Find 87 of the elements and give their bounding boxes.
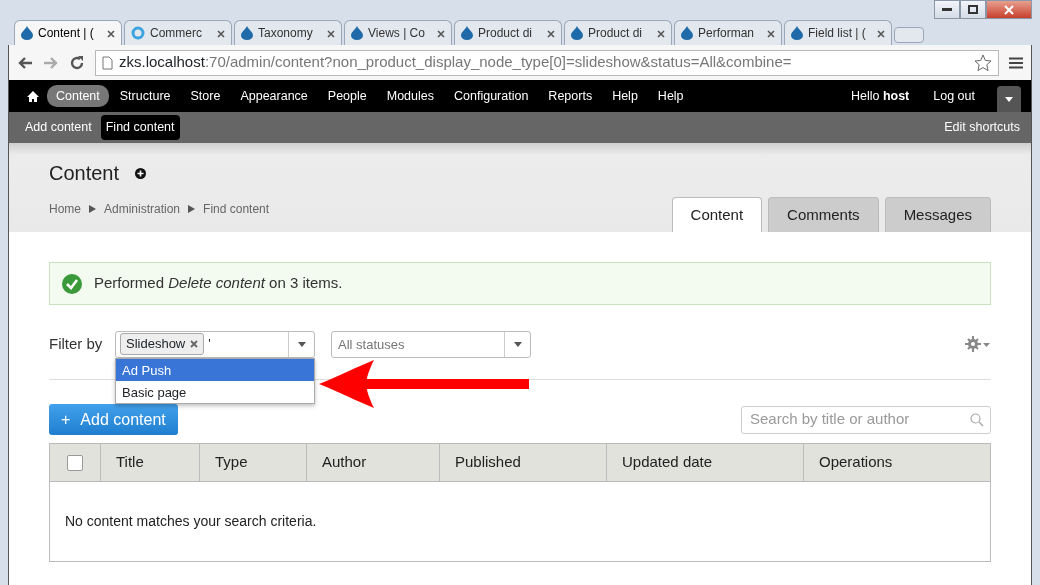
reload-icon[interactable] [69, 54, 85, 71]
page-title: Content [49, 161, 120, 186]
toolbar-link[interactable]: Content [47, 84, 109, 108]
edit-shortcuts-link[interactable]: Edit shortcuts [944, 118, 1020, 137]
column-header[interactable]: Author [306, 443, 440, 481]
water-drop-icon [241, 26, 253, 40]
close-button[interactable] [986, 0, 1032, 19]
browser-tab[interactable]: Product di [454, 20, 562, 45]
breadcrumb-link[interactable]: Administration [104, 200, 181, 218]
toolbar-link[interactable]: Appearance [231, 84, 317, 108]
tab-title: Field list | ( [808, 25, 867, 42]
home-icon[interactable] [27, 90, 39, 102]
tab-title: Views | Co [368, 25, 426, 42]
shortcut-link[interactable]: Add content [20, 115, 97, 140]
breadcrumb-link[interactable]: Find content [203, 200, 270, 218]
settings-icon[interactable] [965, 336, 991, 352]
page-icon [102, 55, 113, 70]
back-arrow-icon[interactable] [17, 55, 33, 70]
page-tab[interactable]: Content [671, 196, 763, 232]
select-all-checkbox[interactable] [67, 455, 83, 472]
browser-tab[interactable]: Views | Co [344, 20, 452, 45]
address-bar[interactable]: zks.localhost:70/admin/content?non_product_display_node_type[0]=slideshow&status=All&combine= [95, 49, 999, 76]
toolbar-link[interactable]: People [318, 84, 376, 108]
menu-icon[interactable] [1009, 56, 1023, 69]
ring-icon [131, 26, 145, 40]
dropdown-option[interactable]: Ad Push [116, 359, 314, 381]
browser-tab[interactable]: Commerc [124, 20, 232, 45]
shortcut-link[interactable]: Find content [100, 115, 180, 140]
toolbar-link[interactable]: Help [648, 84, 693, 108]
search-icon [970, 412, 984, 427]
column-header[interactable]: Operations [803, 443, 991, 481]
add-shortcut-icon[interactable] [135, 167, 147, 179]
tab-title: Taxonomy [258, 25, 314, 42]
tab-title: Content | ( [38, 25, 95, 42]
water-drop-icon [791, 26, 803, 40]
logout-link[interactable]: Log out [933, 86, 975, 106]
minimize-button[interactable] [934, 0, 960, 19]
column-header[interactable]: Type [199, 443, 307, 481]
message-text: Performed Delete content on 3 items. [94, 273, 343, 294]
water-drop-icon [461, 26, 473, 40]
tab-title: Commerc [150, 25, 203, 42]
browser-tab[interactable]: Taxonomy [234, 20, 342, 45]
maximize-button[interactable] [960, 0, 986, 19]
filter-label: Filter by [49, 333, 104, 354]
page-tab[interactable]: Comments [768, 196, 879, 232]
toolbar-link[interactable]: Reports [539, 84, 602, 108]
tab-title: Product di [478, 25, 534, 42]
status-select[interactable]: All statuses [331, 330, 531, 358]
user-greeting: Hello host [850, 87, 910, 105]
toolbar-link[interactable]: Configuration [445, 84, 538, 108]
breadcrumb-link[interactable]: Home [49, 200, 81, 218]
remove-tag-icon[interactable] [190, 340, 199, 348]
type-select[interactable]: Slideshow ' [115, 330, 315, 358]
dropdown-caret-icon [297, 341, 306, 347]
breadcrumb-arrow-icon [89, 205, 96, 213]
check-circle-icon [62, 273, 82, 294]
browser-tab[interactable]: Field list | ( [784, 20, 892, 45]
maximize-icon [968, 5, 978, 14]
tag-label: Slideshow [126, 335, 186, 354]
browser-tab[interactable]: Performan [674, 20, 782, 45]
column-header[interactable]: Updated date [606, 443, 804, 481]
breadcrumb-arrow-icon [188, 205, 196, 213]
url-text: zks.localhost:70/admin/content?non_product_display_node_type[0]=slideshow&status=All&combine= [119, 53, 792, 71]
tab-title: Performan [698, 25, 756, 42]
water-drop-icon [681, 26, 693, 40]
minimize-icon [942, 7, 952, 12]
toolbar-link[interactable]: Help [603, 84, 647, 108]
water-drop-icon [21, 26, 33, 40]
browser-tab[interactable]: Content | ( [14, 20, 122, 45]
dropdown-caret-icon [513, 341, 522, 347]
water-drop-icon [571, 26, 583, 40]
column-header[interactable]: Title [100, 443, 200, 481]
empty-table-message: No content matches your search criteria. [49, 481, 991, 561]
tab-title: Product di [588, 25, 644, 42]
column-header[interactable]: Published [439, 443, 607, 481]
toolbar-toggle[interactable] [997, 86, 1021, 112]
browser-tab[interactable]: Product di [564, 20, 672, 45]
toolbar-link[interactable]: Modules [377, 84, 443, 108]
search-field[interactable]: Search by title or author [741, 405, 991, 434]
close-icon [1004, 4, 1014, 15]
toolbar-link[interactable]: Store [181, 84, 230, 108]
star-icon[interactable] [974, 53, 992, 72]
dropdown-option[interactable]: Basic page [116, 381, 314, 403]
water-drop-icon [351, 26, 363, 40]
toolbar-link[interactable]: Structure [110, 84, 180, 108]
page-tab[interactable]: Messages [884, 196, 991, 232]
typed-text: ' [208, 335, 211, 354]
